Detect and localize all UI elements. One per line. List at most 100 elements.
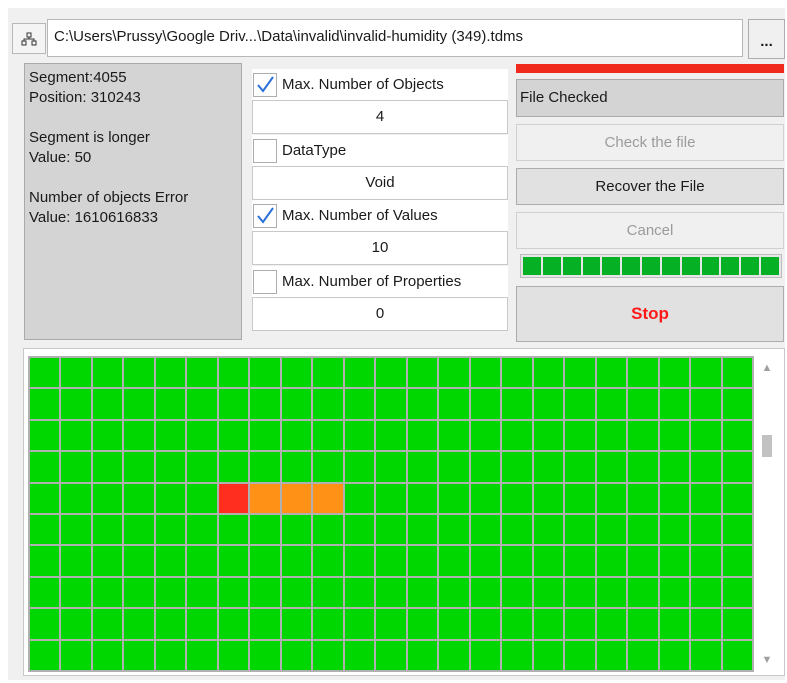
segment-cell[interactable] <box>596 577 627 608</box>
segment-cell[interactable] <box>313 514 343 545</box>
segment-cell[interactable] <box>187 546 217 576</box>
max-values-checkbox[interactable] <box>253 203 277 228</box>
segment-cell[interactable] <box>344 420 375 451</box>
segment-cell[interactable] <box>470 546 501 576</box>
segment-cell[interactable] <box>218 483 249 513</box>
segment-cell[interactable] <box>691 640 721 670</box>
segment-cell[interactable] <box>470 420 501 451</box>
segment-cell[interactable] <box>124 452 154 482</box>
segment-cell[interactable] <box>722 546 752 576</box>
segment-cell[interactable] <box>92 609 123 639</box>
segment-cell[interactable] <box>218 577 249 608</box>
segment-cell[interactable] <box>218 389 249 419</box>
segment-cell[interactable] <box>281 358 312 388</box>
segment-cell[interactable] <box>124 420 154 451</box>
segment-cell[interactable] <box>281 609 312 639</box>
segment-cell[interactable] <box>344 452 375 482</box>
segment-cell[interactable] <box>313 389 343 419</box>
segment-cell[interactable] <box>628 389 658 419</box>
segment-cell[interactable] <box>313 483 343 513</box>
segment-cell[interactable] <box>92 420 123 451</box>
segment-cell[interactable] <box>502 514 532 545</box>
browse-button[interactable]: ... <box>748 19 785 59</box>
segment-cell[interactable] <box>344 389 375 419</box>
segment-cell[interactable] <box>313 452 343 482</box>
segment-cell[interactable] <box>691 546 721 576</box>
segment-cell[interactable] <box>124 358 154 388</box>
segment-cell[interactable] <box>596 358 627 388</box>
segment-cell[interactable] <box>439 483 469 513</box>
segment-cell[interactable] <box>155 420 186 451</box>
segment-cell[interactable] <box>565 577 595 608</box>
datatype-value[interactable]: Void <box>252 166 508 200</box>
segment-cell[interactable] <box>628 358 658 388</box>
segment-cell[interactable] <box>659 358 690 388</box>
segment-cell[interactable] <box>722 514 752 545</box>
segment-cell[interactable] <box>124 514 154 545</box>
segment-cell[interactable] <box>376 640 406 670</box>
segment-cell[interactable] <box>281 577 312 608</box>
segment-cell[interactable] <box>470 514 501 545</box>
segment-cell[interactable] <box>439 452 469 482</box>
segment-cell[interactable] <box>439 640 469 670</box>
segment-cell[interactable] <box>30 452 60 482</box>
segment-cell[interactable] <box>61 389 91 419</box>
segment-cell[interactable] <box>250 420 280 451</box>
segment-cell[interactable] <box>470 483 501 513</box>
segment-cell[interactable] <box>61 546 91 576</box>
segment-cell[interactable] <box>92 514 123 545</box>
segment-cell[interactable] <box>596 640 627 670</box>
segment-cell[interactable] <box>470 452 501 482</box>
max-objects-checkbox[interactable] <box>253 72 277 97</box>
segment-cell[interactable] <box>722 640 752 670</box>
segment-cell[interactable] <box>628 640 658 670</box>
segment-cell[interactable] <box>659 483 690 513</box>
segment-cell[interactable] <box>344 546 375 576</box>
segment-cell[interactable] <box>376 358 406 388</box>
scroll-down-arrow-icon[interactable]: ▼ <box>760 654 774 666</box>
segment-cell[interactable] <box>376 420 406 451</box>
segment-cell[interactable] <box>659 452 690 482</box>
segment-cell[interactable] <box>61 640 91 670</box>
segment-cell[interactable] <box>659 546 690 576</box>
segment-cell[interactable] <box>92 577 123 608</box>
segment-cell[interactable] <box>92 358 123 388</box>
segment-cell[interactable] <box>691 577 721 608</box>
segment-cell[interactable] <box>722 483 752 513</box>
segment-cell[interactable] <box>376 514 406 545</box>
segment-cell[interactable] <box>30 514 60 545</box>
segment-cell[interactable] <box>628 420 658 451</box>
segment-cell[interactable] <box>281 546 312 576</box>
segment-cell[interactable] <box>565 420 595 451</box>
segment-cell[interactable] <box>439 609 469 639</box>
segment-cell[interactable] <box>187 358 217 388</box>
segment-cell[interactable] <box>376 609 406 639</box>
segment-cell[interactable] <box>187 420 217 451</box>
segment-cell[interactable] <box>92 483 123 513</box>
segment-cell[interactable] <box>155 514 186 545</box>
segment-cell[interactable] <box>376 389 406 419</box>
segment-cell[interactable] <box>92 546 123 576</box>
segment-cell[interactable] <box>439 389 469 419</box>
segment-cell[interactable] <box>250 452 280 482</box>
segment-cell[interactable] <box>722 420 752 451</box>
segment-cell[interactable] <box>439 577 469 608</box>
segment-cell[interactable] <box>124 546 154 576</box>
segment-cell[interactable] <box>61 514 91 545</box>
segment-cell[interactable] <box>281 514 312 545</box>
segment-cell[interactable] <box>61 452 91 482</box>
segment-cell[interactable] <box>250 609 280 639</box>
segment-cell[interactable] <box>628 546 658 576</box>
segment-cell[interactable] <box>470 577 501 608</box>
segment-cell[interactable] <box>187 452 217 482</box>
segment-cell[interactable] <box>218 358 249 388</box>
segment-cell[interactable] <box>407 514 438 545</box>
segment-cell[interactable] <box>565 546 595 576</box>
segment-cell[interactable] <box>250 640 280 670</box>
segment-cell[interactable] <box>155 577 186 608</box>
segment-cell[interactable] <box>250 483 280 513</box>
segment-cell[interactable] <box>533 546 564 576</box>
segment-cell[interactable] <box>313 577 343 608</box>
segment-cell[interactable] <box>92 389 123 419</box>
segment-cell[interactable] <box>533 483 564 513</box>
